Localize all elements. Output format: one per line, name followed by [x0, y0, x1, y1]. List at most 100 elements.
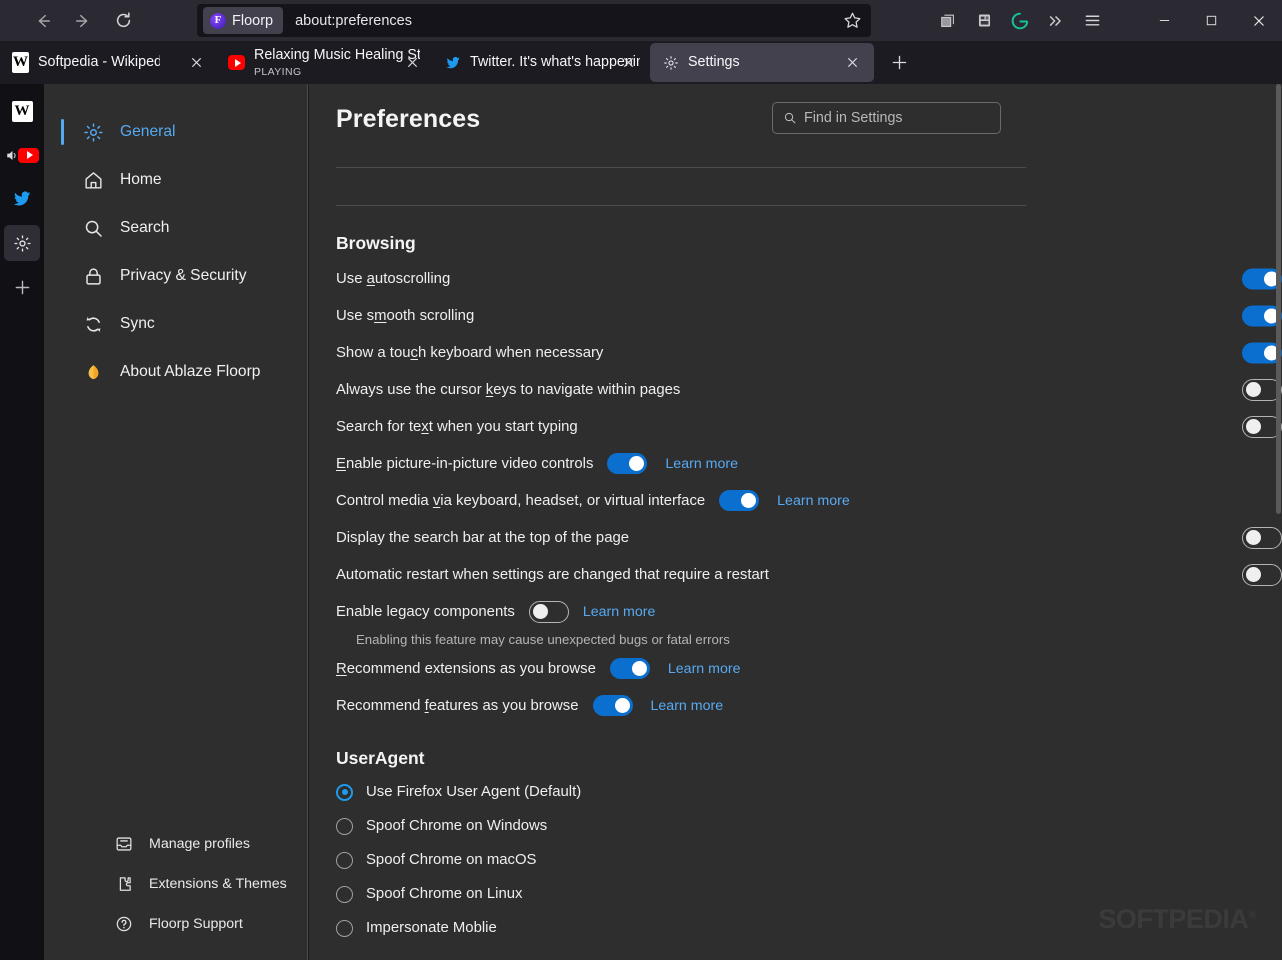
window-controls: [1141, 0, 1282, 41]
bookmark-button[interactable]: [839, 8, 865, 33]
new-tab-button[interactable]: [882, 46, 916, 80]
setting-row-recommend-extensions: Recommend extensions as you browse Learn…: [336, 650, 1282, 687]
tab-close-button[interactable]: [182, 49, 210, 77]
setting-row-legacy-components: Enable legacy components Learn more: [336, 593, 1282, 630]
lock-icon: [82, 265, 104, 287]
minimize-icon: [1159, 19, 1170, 22]
setting-row-use-autoscrolling: Use autoscrolling: [336, 260, 1282, 297]
close-icon: [191, 57, 201, 68]
watermark-text: SOFTPEDIA: [1098, 904, 1249, 934]
tab-settings[interactable]: Settings: [650, 43, 874, 82]
tab-close-button[interactable]: [398, 49, 426, 77]
save-page-button[interactable]: [966, 4, 1002, 37]
tab-playing-status: PLAYING: [254, 65, 302, 78]
sidebar-item-about-ablaze-floorp[interactable]: About Ablaze Floorp: [44, 348, 308, 396]
appbar-item-wikipedia[interactable]: W: [4, 93, 40, 129]
learn-more-link-legacy-components[interactable]: Learn more: [583, 604, 656, 620]
tab-relaxing-music[interactable]: Relaxing Music Healing Stress, A PLAYING: [216, 43, 432, 82]
forward-button[interactable]: [66, 5, 100, 37]
container-tabs-button[interactable]: [930, 4, 966, 37]
sidebar-item-sync[interactable]: Sync: [44, 300, 308, 348]
setting-label: Always use the cursor keys to navigate w…: [336, 381, 681, 398]
profiles-icon: [114, 835, 133, 854]
sidebar-link-floorp-support[interactable]: Floorp Support: [44, 904, 308, 944]
toggle-picture-in-picture[interactable]: [607, 453, 648, 474]
setting-row-search-bar-top: Display the search bar at the top of the…: [336, 519, 1282, 556]
wikipedia-icon: W: [11, 100, 33, 122]
sidebar-item-search[interactable]: Search: [44, 204, 308, 252]
app-menu-button[interactable]: [1074, 4, 1110, 37]
appbar-item-settings[interactable]: [4, 225, 40, 261]
appbar-item-youtube[interactable]: [4, 137, 40, 173]
forward-arrow-icon: [75, 14, 88, 27]
radio-row-firefox-default[interactable]: Use Firefox User Agent (Default): [336, 775, 1282, 809]
preferences-category-list: General Home Search Privacy & Security S…: [44, 84, 308, 396]
back-button[interactable]: [26, 5, 60, 37]
setting-label: Recommend features as you browse: [336, 697, 579, 714]
scrollbar-thumb[interactable]: [1276, 84, 1281, 514]
radio-button[interactable]: [336, 885, 353, 903]
search-input[interactable]: [804, 110, 984, 126]
radio-button[interactable]: [336, 817, 353, 835]
appbar-item-twitter[interactable]: [4, 181, 40, 217]
gear-icon: [82, 121, 104, 143]
identity-badge-label: Floorp: [232, 12, 274, 29]
identity-badge[interactable]: F Floorp: [203, 7, 284, 34]
toggle-recommend-features[interactable]: [592, 695, 633, 716]
tab-close-button[interactable]: [838, 49, 866, 77]
sidebar-item-label: About Ablaze Floorp: [120, 363, 261, 380]
maximize-button[interactable]: [1188, 0, 1235, 41]
radio-label: Use Firefox User Agent (Default): [366, 784, 582, 800]
close-icon: [407, 57, 417, 68]
sidebar-item-general[interactable]: General: [44, 108, 308, 156]
radio-button[interactable]: [336, 919, 353, 937]
toggle-media-control[interactable]: [719, 490, 760, 511]
radio-row-chrome-windows[interactable]: Spoof Chrome on Windows: [336, 809, 1282, 843]
appbar-item-add[interactable]: [4, 269, 40, 305]
address-bar[interactable]: F Floorp about:preferences: [197, 4, 871, 37]
gear-icon: [662, 54, 679, 71]
radio-label: Impersonate Moblie: [366, 920, 497, 936]
reload-button[interactable]: [106, 5, 140, 37]
wikipedia-icon: W: [12, 52, 29, 73]
plus-icon: [15, 280, 29, 294]
grammarly-button[interactable]: [1002, 4, 1038, 37]
toggle-recommend-extensions[interactable]: [609, 658, 650, 679]
close-button[interactable]: [1235, 0, 1282, 41]
sidebar-item-label: Home: [120, 171, 162, 188]
find-in-settings-box[interactable]: [772, 102, 1001, 134]
tab-close-button[interactable]: [614, 49, 642, 77]
tab-twitter[interactable]: Twitter. It's what's happening / T: [432, 43, 648, 82]
home-icon: [82, 169, 104, 191]
sidebar-item-label: Sync: [120, 315, 155, 332]
tab-title: Settings: [688, 53, 740, 70]
sidebar-item-privacy-security[interactable]: Privacy & Security: [44, 252, 308, 300]
setting-row-automatic-restart: Automatic restart when settings are chan…: [336, 556, 1282, 593]
toggle-legacy-components[interactable]: [528, 600, 569, 623]
sidebar-link-extensions-themes[interactable]: Extensions & Themes: [44, 864, 308, 904]
preferences-sidebar: General Home Search Privacy & Security S…: [44, 84, 308, 960]
sidebar-item-label: Privacy & Security: [120, 267, 247, 284]
learn-more-link-media-control[interactable]: Learn more: [777, 493, 850, 509]
radio-row-chrome-macos[interactable]: Spoof Chrome on macOS: [336, 843, 1282, 877]
sidebar-link-manage-profiles[interactable]: Manage profiles: [44, 824, 308, 864]
save-page-icon: [978, 14, 990, 27]
plus-icon: [892, 55, 906, 70]
setting-label: Control media via keyboard, headset, or …: [336, 492, 706, 509]
content-scrollbar[interactable]: [1276, 84, 1282, 960]
minimize-button[interactable]: [1141, 0, 1188, 41]
tab-softpedia-wikipedia[interactable]: W Softpedia - Wikipedia: [0, 43, 216, 82]
setting-label: Display the search bar at the top of the…: [336, 529, 630, 546]
youtube-icon: [18, 147, 39, 163]
close-icon: [1253, 15, 1264, 26]
overflow-menu-button[interactable]: [1038, 4, 1074, 37]
reload-icon: [116, 12, 130, 28]
learn-more-link-picture-in-picture[interactable]: Learn more: [665, 456, 738, 472]
sidebar-item-home[interactable]: Home: [44, 156, 308, 204]
learn-more-link-recommend-extensions[interactable]: Learn more: [668, 661, 741, 677]
learn-more-link-recommend-features[interactable]: Learn more: [651, 698, 724, 714]
radio-button[interactable]: [336, 851, 353, 869]
radio-button[interactable]: [336, 783, 353, 801]
help-circle-icon: [114, 915, 133, 934]
back-arrow-icon: [38, 14, 51, 27]
